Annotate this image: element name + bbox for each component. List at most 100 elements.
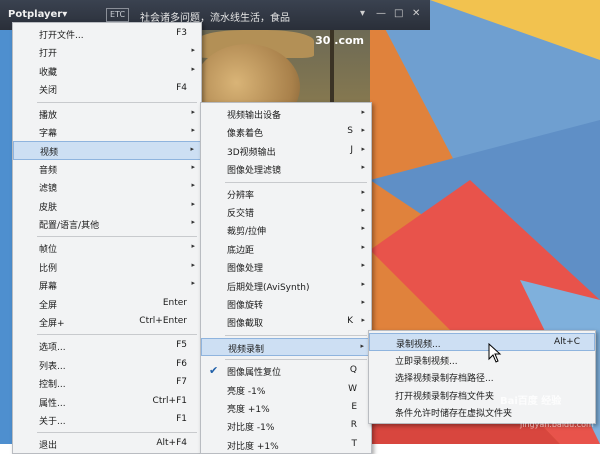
main-menu-item-label: 音频 <box>39 165 58 176</box>
main-menu-item-17[interactable]: 全屏+ Ctrl+Enter <box>13 313 201 331</box>
video-menu-item-3[interactable]: 图像处理滤镜 ▸ <box>201 160 371 178</box>
main-menu-item-label: 打开 <box>39 49 58 60</box>
main-menu-item-label: 视频 <box>40 148 59 159</box>
video-menu-item-5[interactable]: 分辨率 ▸ <box>201 185 371 203</box>
video-menu-item-18[interactable]: 亮度 +1% E <box>201 399 371 417</box>
main-menu-item-19[interactable]: 选项... F5 <box>13 337 201 355</box>
main-menu-item-15[interactable]: 屏幕 ▸ <box>13 276 201 294</box>
submenu-arrow-icon: ▸ <box>190 145 194 154</box>
main-menu-item-21[interactable]: 控制... F7 <box>13 374 201 392</box>
submenu-arrow-icon: ▸ <box>361 126 365 135</box>
video-menu-item-label: 3D视频输出 <box>227 147 276 158</box>
close-icon[interactable]: ✕ <box>412 8 420 19</box>
submenu-arrow-icon: ▸ <box>191 242 195 251</box>
video-menu-item-7[interactable]: 裁剪/拉伸 ▸ <box>201 221 371 239</box>
video-menu-item-label: 图像处理滤镜 <box>227 166 282 177</box>
main-menu-item-1[interactable]: 打开 ▸ <box>13 43 201 61</box>
main-menu-item-9[interactable]: 滤镜 ▸ <box>13 178 201 196</box>
main-menu-item-shortcut: Alt+F4 <box>156 438 187 449</box>
video-menu-item-16[interactable]: 图像属性复位 ✔ Q <box>201 362 371 380</box>
video-menu-item-12[interactable]: 图像截取 K ▸ <box>201 313 371 331</box>
video-menu-item-label: 图像旋转 <box>227 301 264 311</box>
main-menu-item-16[interactable]: 全屏 Enter <box>13 295 201 313</box>
video-menu-item-1[interactable]: 像素着色 S ▸ <box>201 123 371 141</box>
main-menu-item-label: 关闭 <box>39 86 58 97</box>
main-menu-item-11[interactable]: 配置/语言/其他 ▸ <box>13 215 201 233</box>
main-menu-item-2[interactable]: 收藏 ▸ <box>13 62 201 80</box>
video-menu-item-label: 视频输出设备 <box>227 111 282 121</box>
main-menu-item-10[interactable]: 皮肤 ▸ <box>13 197 201 215</box>
maximize-icon[interactable]: □ <box>394 8 403 19</box>
submenu-arrow-icon: ▸ <box>361 163 365 172</box>
record-menu-item-label: 打开视频录制存档文件夹 <box>395 391 495 402</box>
main-menu-item-label: 选项... <box>39 343 66 354</box>
main-menu-item-6[interactable]: 字幕 ▸ <box>13 123 201 141</box>
main-menu-item-label: 退出 <box>39 441 58 452</box>
main-menu-item-7[interactable]: 视频 ▸ <box>13 141 201 160</box>
record-menu-item-2[interactable]: 选择视频录制存档路径... <box>369 368 595 386</box>
submenu-arrow-icon: ▸ <box>361 144 365 153</box>
main-menu-item-shortcut: Ctrl+Enter <box>139 316 187 326</box>
main-menu-item-shortcut: F6 <box>176 358 187 369</box>
video-menu-item-9[interactable]: 图像处理 ▸ <box>201 258 371 276</box>
video-menu-item-label: 裁剪/拉伸 <box>227 227 267 238</box>
main-menu-item-label: 滤镜 <box>39 184 58 195</box>
submenu-arrow-icon: ▸ <box>361 298 365 306</box>
main-menu-item-3[interactable]: 关闭 F4 <box>13 80 201 98</box>
video-menu-item-label: 反交错 <box>227 209 255 219</box>
record-menu-item-label: 条件允许时储存在虚拟文件夹 <box>395 409 513 419</box>
submenu-arrow-icon: ▸ <box>191 64 195 73</box>
submenu-arrow-icon: ▸ <box>191 46 195 55</box>
video-menu-separator <box>225 334 367 336</box>
main-menu-item-23[interactable]: 关于... F1 <box>13 411 201 429</box>
main-menu-item-label: 全屏 <box>39 300 58 311</box>
video-menu-item-label: 图像处理 <box>227 264 264 275</box>
record-menu-item-1[interactable]: 立即录制视频... <box>369 351 595 369</box>
video-menu-item-shortcut: R <box>350 420 357 431</box>
main-menu-item-25[interactable]: 退出 Alt+F4 <box>13 435 201 453</box>
video-menu-item-shortcut: J <box>350 144 353 155</box>
main-menu-item-14[interactable]: 比例 ▸ <box>13 258 201 276</box>
record-menu-item-label: 录制视频... <box>396 340 441 350</box>
video-menu-item-20[interactable]: 对比度 +1% T <box>201 436 371 454</box>
main-menu-item-label: 皮肤 <box>39 202 58 213</box>
submenu-arrow-icon: ▸ <box>361 108 365 116</box>
watermark-url: jingyan.baidu.com <box>520 420 594 429</box>
main-menu-item-shortcut: F1 <box>176 414 187 424</box>
main-menu-item-label: 比例 <box>39 263 58 274</box>
main-menu-item-5[interactable]: 播放 ▸ <box>13 105 201 123</box>
video-menu-item-6[interactable]: 反交错 ▸ <box>201 203 371 221</box>
video-menu-item-17[interactable]: 亮度 -1% W <box>201 381 371 399</box>
video-menu-item-2[interactable]: 3D视频输出 J ▸ <box>201 142 371 160</box>
minimize-icon[interactable]: — <box>376 8 386 19</box>
submenu-arrow-icon: ▸ <box>361 316 365 325</box>
main-menu-item-20[interactable]: 列表... F6 <box>13 356 201 374</box>
record-menu-item-label: 立即录制视频... <box>395 356 458 367</box>
video-watermark: 30 .com <box>315 34 364 47</box>
submenu-arrow-icon: ▸ <box>191 107 195 116</box>
video-menu-item-label: 亮度 +1% <box>227 405 270 415</box>
record-menu-item-shortcut: Alt+C <box>553 337 580 347</box>
video-menu-item-14[interactable]: 视频录制 ▸ <box>201 337 371 357</box>
video-menu-item-8[interactable]: 底边距 ▸ <box>201 240 371 258</box>
record-menu-item-0[interactable]: 录制视频... Alt+C <box>369 333 595 351</box>
video-menu-item-label: 对比度 -1% <box>227 423 275 434</box>
video-menu-item-0[interactable]: 视频输出设备 ▸ <box>201 105 371 123</box>
video-menu-item-shortcut: E <box>351 402 357 412</box>
main-menu-item-22[interactable]: 属性... Ctrl+F1 <box>13 393 201 411</box>
submenu-video: 视频输出设备 ▸ 像素着色 S ▸ 3D视频输出 J ▸ 图像处理滤镜 ▸ 分辨率 ▸ 反交错 ▸ 裁剪/拉… <box>200 102 372 454</box>
main-menu-item-0[interactable]: 打开文件... F3 <box>13 25 201 43</box>
main-menu-item-shortcut: F5 <box>176 340 187 351</box>
main-menu-item-13[interactable]: 帧位 ▸ <box>13 239 201 257</box>
pin-dropdown-icon[interactable]: ▾ <box>360 8 365 19</box>
main-menu-item-label: 关于... <box>39 417 66 427</box>
video-menu-item-10[interactable]: 后期处理(AviSynth) ▸ <box>201 277 371 295</box>
main-menu-item-8[interactable]: 音频 ▸ <box>13 160 201 178</box>
mouse-cursor-icon <box>488 343 502 363</box>
video-menu-item-11[interactable]: 图像旋转 ▸ <box>201 295 371 313</box>
video-menu-item-shortcut: S <box>347 126 353 137</box>
video-menu-item-shortcut: K <box>347 316 353 327</box>
video-menu-item-19[interactable]: 对比度 -1% R <box>201 417 371 435</box>
app-menu-button[interactable]: Potplayer▾ <box>8 9 67 20</box>
etc-badge[interactable]: ETC <box>106 8 130 22</box>
